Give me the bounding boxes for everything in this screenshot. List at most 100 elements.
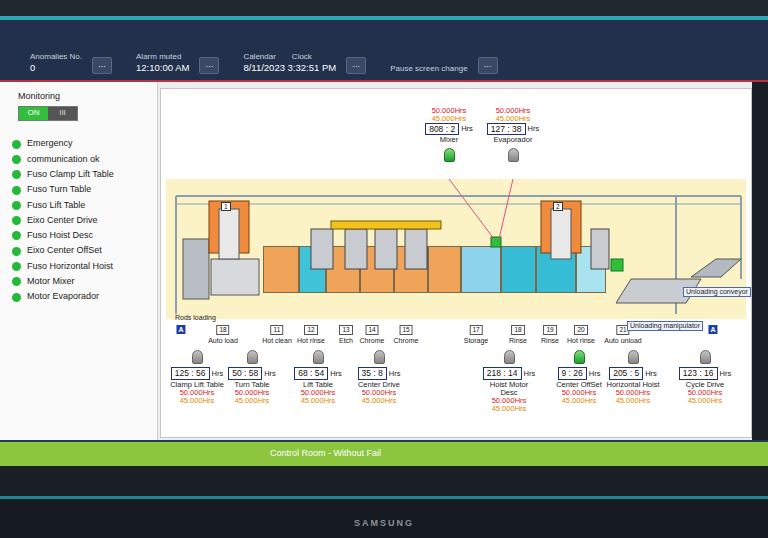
- status-dot-icon: [12, 140, 21, 149]
- status-item: Motor Mixer: [12, 274, 151, 289]
- counter-name: Center OffSet: [556, 381, 602, 389]
- station-number: 12: [304, 325, 317, 335]
- hoist-label: 1: [221, 202, 231, 211]
- counter-unit: Hrs: [389, 368, 401, 379]
- status-light-icon: [192, 350, 203, 364]
- status-dot-icon: [12, 201, 21, 210]
- status-light-icon: [374, 350, 385, 364]
- monitor-bezel: [0, 0, 768, 16]
- more-button[interactable]: ...: [92, 57, 112, 74]
- station-label: Hot clean: [262, 336, 292, 347]
- station-number: 17: [469, 325, 482, 335]
- status-item: Fuso Clamp Lift Table: [12, 167, 151, 182]
- counter-name: Mixer: [440, 136, 458, 144]
- counter-unit: Hrs: [589, 368, 601, 379]
- field-text: Pause screen change: [390, 64, 467, 74]
- status-label: Motor Mixer: [27, 275, 75, 289]
- hour-counter: 50.000Hrs45.000Hrs127 : 38HrsEvaporador: [482, 107, 544, 165]
- hour-counter: 9 : 26HrsCenter OffSet50.000Hrs45.000Hrs: [552, 347, 606, 405]
- station: 12Hot rinse: [297, 325, 325, 346]
- station-badge: A: [708, 325, 717, 334]
- limit-low: 45.000Hrs: [432, 115, 467, 123]
- status-dot-icon: [12, 216, 21, 225]
- monitoring-toggle[interactable]: ONIII: [18, 106, 78, 121]
- process-tank: [501, 246, 536, 293]
- station-label: Hot rinse: [567, 336, 595, 347]
- status-dot-icon: [12, 262, 21, 271]
- counter-value: 127 : 38: [487, 123, 526, 136]
- limit-low: 45.000Hrs: [492, 405, 527, 413]
- station: 17Storage: [464, 325, 489, 346]
- status-dot-icon: [12, 247, 21, 256]
- toggle-off[interactable]: III: [48, 107, 77, 120]
- limit-high: 50.000Hrs: [496, 107, 531, 115]
- status-label: Fuso Turn Table: [27, 183, 91, 197]
- counter-unit: Hrs: [330, 368, 342, 379]
- field-label: Calendar: [243, 52, 275, 62]
- limit-high: 50.000Hrs: [180, 389, 215, 397]
- station-label: Rinse: [509, 336, 527, 347]
- hoist-label: 2: [553, 202, 563, 211]
- station-number: 13: [339, 325, 352, 335]
- station-badge: A: [176, 325, 185, 334]
- field-labels: Calendar Clock: [243, 52, 336, 62]
- limit-low: 45.000Hrs: [688, 397, 723, 405]
- process-tank: [428, 246, 461, 293]
- status-label: Emergency: [27, 137, 73, 151]
- field-text: Anomalies No.0: [30, 52, 82, 74]
- station-number: 14: [365, 325, 378, 335]
- counter-row: 808 : 2Hrs: [425, 123, 473, 136]
- counter-row: 9 : 26Hrs: [558, 367, 601, 380]
- station-number: 18: [216, 325, 229, 335]
- footer-bar: Control Room - Without Fail: [0, 440, 768, 466]
- counter-unit: Hrs: [720, 368, 732, 379]
- process-tank: [263, 246, 299, 293]
- process-tank: [326, 246, 360, 293]
- status-label: Motor Evaporador: [27, 290, 99, 304]
- counter-row: 68 : 54Hrs: [294, 367, 342, 380]
- counter-unit: Hrs: [645, 368, 657, 379]
- status-label: Fuso Clamp Lift Table: [27, 168, 114, 182]
- field-labels: Anomalies No.: [30, 52, 82, 62]
- limit-low: 45.000Hrs: [235, 397, 270, 405]
- station: 14Chrome: [360, 325, 385, 346]
- counter-value: 808 : 2: [425, 123, 459, 136]
- header-bar: Anomalies No.0...Alarm muted12:10:00 AM.…: [0, 20, 768, 80]
- station-label: Etch: [339, 336, 353, 347]
- status-light-icon: [628, 350, 639, 364]
- process-tank: [299, 246, 326, 293]
- counter-row: 125 : 56Hrs: [171, 367, 223, 380]
- footer-text: Control Room - Without Fail: [270, 447, 381, 461]
- status-label: Eixo Center Drive: [27, 214, 98, 228]
- process-tank: [360, 246, 394, 293]
- station: 11Hot clean: [262, 325, 292, 346]
- content-area: MonitoringONIIIEmergencycommunication ok…: [0, 82, 768, 440]
- station: 13Etch: [339, 325, 353, 346]
- status-label: Fuso Hoist Desc: [27, 229, 93, 243]
- more-button[interactable]: ...: [346, 57, 366, 74]
- counter-value: 9 : 26: [558, 367, 587, 380]
- status-label: Eixo Center OffSet: [27, 244, 102, 258]
- counter-unit: Hrs: [461, 123, 473, 134]
- limit-high: 50.000Hrs: [301, 389, 336, 397]
- status-light-icon: [313, 350, 324, 364]
- field-label: Clock: [292, 52, 312, 62]
- station: A: [176, 325, 185, 334]
- more-button[interactable]: ...: [478, 57, 498, 74]
- status-panel: MonitoringONIIIEmergencycommunication ok…: [0, 82, 158, 440]
- status-light-icon: [247, 350, 258, 364]
- area-label: Rods loading: [175, 314, 216, 322]
- counter-row: 205 : 5Hrs: [609, 367, 657, 380]
- more-button[interactable]: ...: [199, 57, 219, 74]
- counter-row: 35 : 8Hrs: [358, 367, 401, 380]
- field-label: Pause screen change: [390, 64, 467, 74]
- counter-name: Center Drive: [358, 381, 400, 389]
- toggle-on[interactable]: ON: [19, 107, 48, 120]
- limit-high: 50.000Hrs: [235, 389, 270, 397]
- status-item: Emergency: [12, 137, 151, 152]
- limit-low: 45.000Hrs: [496, 115, 531, 123]
- station: 18Auto load: [208, 325, 238, 346]
- hour-counter: 35 : 8HrsCenter Drive50.000Hrs45.000Hrs: [352, 347, 406, 405]
- field-value: 8/11/2023 3:32:51 PM: [243, 62, 336, 74]
- station-number: 20: [574, 325, 587, 335]
